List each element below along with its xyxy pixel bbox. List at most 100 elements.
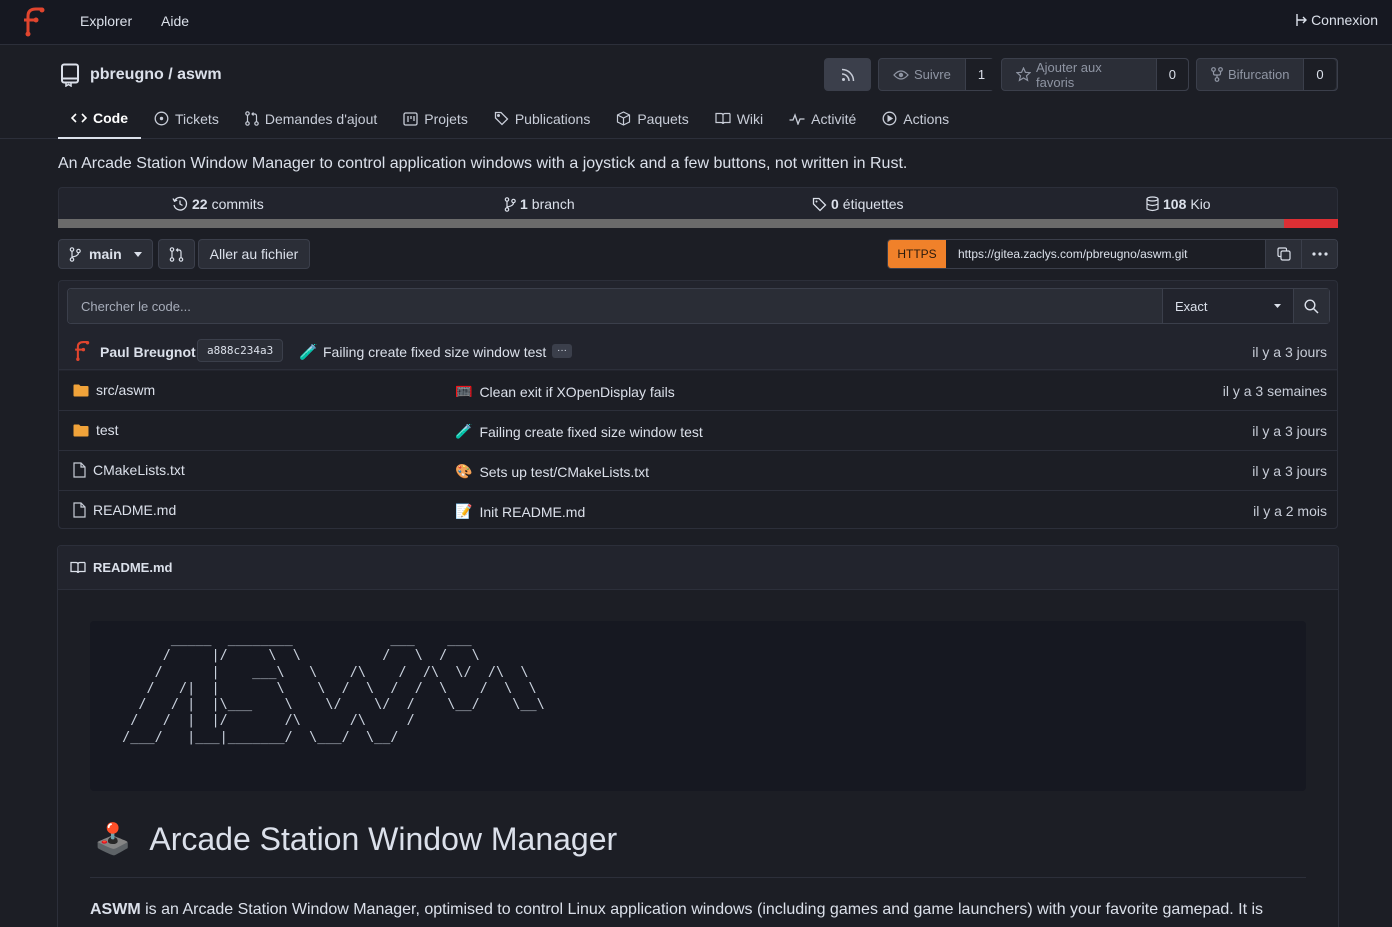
star-count[interactable]: 0 xyxy=(1155,59,1188,90)
file-icon xyxy=(73,462,86,478)
table-row: src/aswm 🥅 Clean exit if XOpenDisplay fa… xyxy=(59,371,1337,411)
commits-stat[interactable]: 22 commits xyxy=(172,196,264,212)
tab-code[interactable]: Code xyxy=(58,98,141,139)
repo-icon xyxy=(60,63,80,87)
branch-icon xyxy=(69,246,81,262)
tab-wiki[interactable]: Wiki xyxy=(702,98,776,139)
login-link[interactable]: Connexion xyxy=(1295,12,1378,28)
tab-label: Code xyxy=(93,109,128,126)
size-value: 108 xyxy=(1163,196,1187,212)
readme-paragraph: ASWM is an Arcade Station Window Manager… xyxy=(90,898,1310,922)
tab-projects[interactable]: Projets xyxy=(390,98,481,139)
file-time: il y a 2 mois xyxy=(1253,503,1327,519)
readme-heading-text: Arcade Station Window Manager xyxy=(149,821,618,857)
repo-title[interactable]: pbreugno / aswm xyxy=(90,66,222,84)
branch-icon xyxy=(504,196,516,212)
tab-actions[interactable]: Actions xyxy=(869,98,962,139)
commit-sha[interactable]: a888c234a3 xyxy=(197,339,284,362)
sign-in-icon xyxy=(1295,13,1309,27)
commit-author[interactable]: Paul Breugnot xyxy=(100,344,196,360)
commit-emoji: 📝 xyxy=(455,503,473,519)
branch-count: 1 xyxy=(520,196,528,212)
commit-message: Clean exit if XOpenDisplay fails xyxy=(479,383,675,400)
more-options-button[interactable] xyxy=(1301,240,1337,268)
commit-message: Failing create fixed size window test xyxy=(479,423,703,440)
database-icon xyxy=(1146,196,1159,212)
tab-releases[interactable]: Publications xyxy=(481,98,604,139)
rss-button[interactable] xyxy=(824,58,871,91)
fork-label: Bifurcation xyxy=(1228,67,1290,82)
gitea-logo-icon[interactable] xyxy=(22,6,46,38)
top-navbar: Explorer Aide Connexion xyxy=(0,0,1392,45)
tag-icon xyxy=(812,197,827,212)
code-icon xyxy=(71,112,87,124)
file-commit-message[interactable]: 📝 Init README.md xyxy=(455,503,585,520)
language-segment-secondary xyxy=(1284,219,1338,228)
para-text: is an Arcade Station Window Manager, opt… xyxy=(140,901,1264,918)
fork-button[interactable]: Bifurcation 0 xyxy=(1196,58,1338,91)
commit-message: Sets up test/CMakeLists.txt xyxy=(479,463,650,480)
file-entry[interactable]: src/aswm xyxy=(73,382,155,398)
package-icon xyxy=(616,111,631,126)
tags-stat[interactable]: 0 étiquettes xyxy=(812,196,904,212)
file-entry[interactable]: README.md xyxy=(73,502,176,518)
copy-url-button[interactable] xyxy=(1265,240,1301,268)
kebab-icon xyxy=(1311,252,1328,256)
readme-filename[interactable]: README.md xyxy=(93,560,172,575)
tab-activity[interactable]: Activité xyxy=(776,98,869,139)
language-bar[interactable] xyxy=(58,219,1338,228)
table-row: CMakeLists.txt 🎨 Sets up test/CMakeLists… xyxy=(59,451,1337,491)
file-time: il y a 3 semaines xyxy=(1222,383,1327,399)
fork-count[interactable]: 0 xyxy=(1303,59,1336,90)
tab-pull-requests[interactable]: Demandes d'ajout xyxy=(232,98,390,139)
search-button[interactable] xyxy=(1293,289,1329,323)
watch-count[interactable]: 1 xyxy=(964,59,998,90)
commit-message: Init README.md xyxy=(479,503,586,520)
tab-label: Actions xyxy=(903,110,950,127)
table-row: README.md 📝 Init README.md il y a 2 mois xyxy=(59,491,1337,528)
star-icon xyxy=(1016,67,1031,82)
heading-divider xyxy=(90,877,1306,878)
clone-url-input[interactable]: https://gitea.zaclys.com/pbreugno/aswm.g… xyxy=(946,240,1265,268)
file-commit-message[interactable]: 🥅 Clean exit if XOpenDisplay fails xyxy=(455,383,675,400)
commits-count: 22 xyxy=(192,196,208,212)
search-mode-select[interactable]: Exact xyxy=(1162,289,1293,323)
code-search-input[interactable]: Chercher le code... xyxy=(68,289,1162,323)
tab-label: Tickets xyxy=(175,110,219,127)
file-commit-message[interactable]: 🎨 Sets up test/CMakeLists.txt xyxy=(455,463,649,480)
goto-file-button[interactable]: Aller au fichier xyxy=(198,239,310,269)
star-label: Ajouter aux favoris xyxy=(1036,59,1102,90)
file-entry[interactable]: test xyxy=(73,422,119,438)
branch-selector[interactable]: main xyxy=(58,239,153,269)
watch-label: Suivre xyxy=(914,67,951,82)
branch-label: branch xyxy=(531,196,575,212)
tab-label: Projets xyxy=(424,110,468,127)
file-commit-message[interactable]: 🧪 Failing create fixed size window test xyxy=(455,423,703,440)
folder-icon xyxy=(73,384,89,397)
repo-header: pbreugno / aswm Suivre 1 Ajouter aux fav… xyxy=(0,46,1392,139)
tab-packages[interactable]: Paquets xyxy=(603,98,701,139)
star-button[interactable]: Ajouter aux favoris 0 xyxy=(1001,58,1189,91)
commit-message[interactable]: Failing create fixed size window test xyxy=(323,344,546,360)
branch-stat[interactable]: 1 branch xyxy=(504,196,575,212)
https-button[interactable]: HTTPS xyxy=(888,240,946,268)
readme-header: README.md xyxy=(58,546,1338,590)
commit-time: il y a 3 jours xyxy=(1252,344,1327,360)
file-browser: Chercher le code... Exact Paul Breugnot … xyxy=(58,280,1338,529)
commit-expand-button[interactable]: ··· xyxy=(552,344,572,358)
nav-explore-link[interactable]: Explorer xyxy=(80,13,132,29)
watch-button[interactable]: Suivre 1 xyxy=(878,58,998,91)
nav-help-link[interactable]: Aide xyxy=(161,13,189,29)
compare-button[interactable] xyxy=(158,239,195,269)
file-entry[interactable]: CMakeLists.txt xyxy=(73,462,185,478)
tab-label: Paquets xyxy=(637,110,689,127)
commit-emoji: 🧪 xyxy=(299,344,318,361)
tab-label: Demandes d'ajout xyxy=(264,110,378,127)
compare-icon xyxy=(169,246,184,262)
author-avatar[interactable] xyxy=(73,340,91,362)
commits-label: commits xyxy=(211,196,264,212)
file-icon xyxy=(73,502,86,518)
tab-issues[interactable]: Tickets xyxy=(141,98,232,139)
tags-label: étiquettes xyxy=(842,196,904,212)
file-time: il y a 3 jours xyxy=(1252,463,1327,479)
